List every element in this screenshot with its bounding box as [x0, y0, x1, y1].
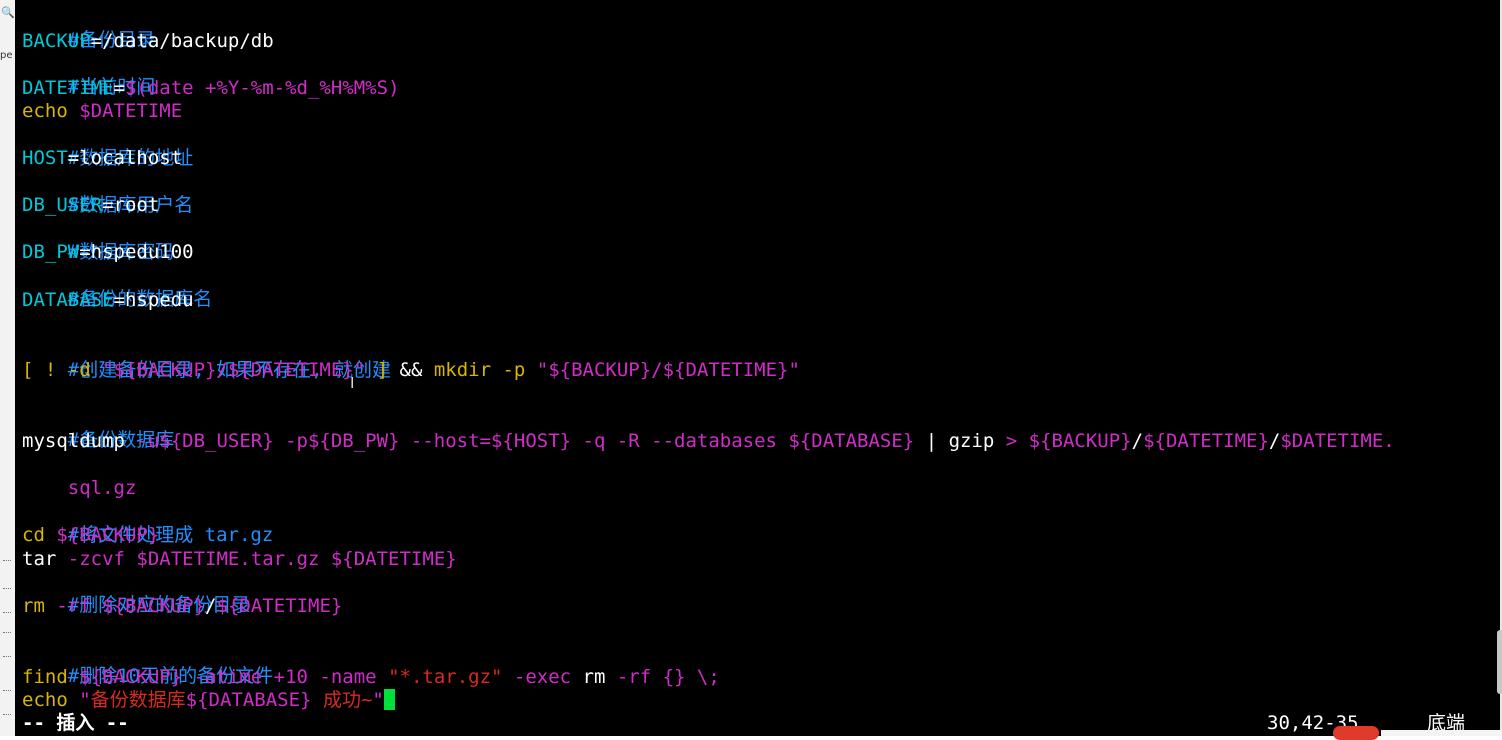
quote-open: ": [67, 689, 91, 711]
code-line-9: DB_USER=root: [22, 194, 159, 217]
code-line-3: #当前时间: [22, 53, 155, 98]
divider: [3, 588, 11, 589]
divider: [3, 714, 11, 715]
vim-mode-indicator: -- 插入 --: [22, 712, 129, 734]
left-sidebar-strip: 🔍 pe: [0, 0, 16, 736]
divider: [3, 560, 11, 561]
command: rm: [582, 666, 606, 688]
code-line-8: #数据库用户名: [22, 171, 193, 216]
code-line-26: rm -rf ${BACKUP}/${DATETIME}: [22, 595, 342, 618]
code-line-1: #备份目录: [22, 6, 155, 51]
arguments: ${BACKUP} -atime +10 -name: [67, 666, 389, 688]
code-line-11: DB_PW=hspedu100: [22, 241, 194, 264]
command: echo: [22, 689, 68, 711]
code-line-16: [ ! -d "${BACKUP}/${DATETIME}" ] && mkdi…: [22, 359, 800, 382]
divider: [3, 632, 11, 633]
assignment-value: =localhost: [67, 147, 183, 169]
code-line-30: echo "备份数据库${DATABASE} 成功~": [22, 689, 395, 712]
test-expression: [ ! -d: [22, 359, 103, 381]
command: mysqldump: [22, 430, 125, 452]
command: rm: [22, 595, 45, 617]
sidebar-label: pe: [0, 50, 13, 61]
floating-record-button[interactable]: [1333, 726, 1379, 740]
code-line-28: #删除10天前的备份文件: [22, 642, 273, 687]
code-line-25: #删除对应的备份目录: [22, 571, 250, 616]
text-cursor: [383, 689, 395, 710]
code-line-29: find ${BACKUP} -atime +10 -name "*.tar.g…: [22, 666, 720, 689]
divider: [3, 690, 11, 691]
floating-toolbar: [1381, 730, 1502, 736]
string-literal: "${BACKUP}/${DATETIME}": [102, 359, 366, 381]
pipe-command: | gzip: [925, 430, 995, 452]
variable-ref: ${DATABASE}: [185, 689, 312, 711]
code-line-13: DATABASE=hspedu: [22, 289, 194, 312]
path-separator: /: [205, 595, 217, 617]
code-line-4: DATETIME=$(date +%Y-%m-%d_%H%M%S): [22, 77, 400, 100]
exec-flag: -exec: [502, 666, 583, 688]
string-literal: "*.tar.gz": [388, 666, 503, 688]
code-line-20: sql.gz: [22, 454, 137, 499]
vim-editor[interactable]: #备份目录 BACKUP=/data/backup/db #当前时间 DATET…: [15, 0, 1500, 736]
code-line-2: BACKUP=/data/backup/db: [22, 30, 274, 53]
assignment-value: =root: [102, 194, 160, 216]
variable-name: HOST: [22, 147, 68, 169]
code-line-18: #备份数据库: [22, 406, 174, 451]
command: tar: [22, 548, 57, 570]
string-literal: 备份数据库: [90, 689, 186, 711]
code-line-15: #创建备份目录, 如果不存在, 就创建: [22, 336, 391, 381]
command: echo: [22, 100, 68, 122]
code-line-19: mysqldump -u${DB_USER} -p${DB_PW} --host…: [22, 430, 1395, 453]
command: cd: [22, 524, 45, 546]
quote-close: ": [372, 689, 384, 711]
arguments: -rf {} \;: [605, 666, 720, 688]
code-line-5: echo $DATETIME: [22, 100, 182, 123]
variable-ref: ${DATETIME}: [1143, 430, 1269, 452]
wrapped-text: sql.gz: [67, 477, 137, 499]
command-substitution: $(date +%Y-%m-%d_%H%M%S): [124, 77, 400, 99]
string-literal: 成功~: [311, 689, 373, 711]
code-line-23: cd ${BACKUP}: [22, 524, 159, 547]
code-line-22: #将文件处理成 tar.gz: [22, 501, 274, 546]
assignment-value: =hspedu: [113, 289, 194, 311]
variable-ref: $DATETIME.: [1280, 430, 1395, 452]
operator: &&: [399, 359, 423, 381]
arguments: -rf ${BACKUP}: [44, 595, 206, 617]
variable-name: DB_PW: [22, 241, 80, 263]
command: find: [22, 666, 68, 688]
variable-name: DATETIME: [22, 77, 114, 99]
search-icon[interactable]: 🔍: [1, 6, 15, 19]
path-separator: /: [1131, 430, 1144, 452]
arguments: -zcvf $DATETIME.tar.gz ${DATETIME}: [56, 548, 457, 570]
code-line-6: #数据库的地址: [22, 124, 193, 169]
divider: [3, 656, 11, 657]
argument: $DATETIME: [79, 100, 183, 122]
code-line-24: tar -zcvf $DATETIME.tar.gz ${DATETIME}: [22, 548, 457, 571]
assignment-value: =hspedu100: [79, 241, 194, 263]
side-handle[interactable]: [1497, 630, 1502, 694]
assignment-value: =/data/backup/db: [90, 30, 274, 52]
path-separator: /: [1268, 430, 1281, 452]
redirect-target: > ${BACKUP}: [994, 430, 1132, 452]
divider: [3, 612, 11, 613]
assignment-operator: =: [113, 77, 125, 99]
code-line-12: #备份的数据库名: [22, 265, 212, 310]
variable-ref: ${DATETIME}: [216, 595, 343, 617]
variable-name: DATABASE: [22, 289, 114, 311]
arguments: -u${DB_USER} -p${DB_PW} --host=${HOST} -…: [124, 430, 926, 452]
variable-name: DB_USER: [22, 194, 103, 216]
argument: ${BACKUP}: [44, 524, 160, 546]
command: mkdir -p: [422, 359, 537, 381]
code-line-10: #数据库密码: [22, 218, 174, 263]
test-close: ]: [365, 359, 400, 381]
variable-name: BACKUP: [22, 30, 91, 52]
code-line-7: HOST=localhost: [22, 147, 182, 170]
string-literal: "${BACKUP}/${DATETIME}": [536, 359, 800, 381]
mouse-ibeam-icon: I: [350, 374, 355, 392]
